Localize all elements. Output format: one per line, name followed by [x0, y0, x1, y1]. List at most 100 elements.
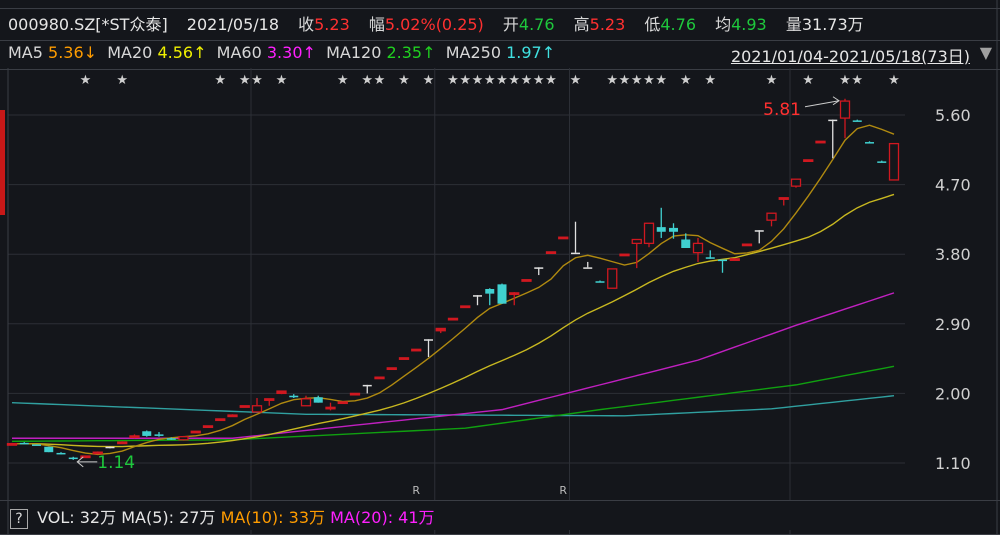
star-marker: ★	[839, 73, 851, 88]
candle-body	[534, 267, 544, 269]
star-marker: ★	[888, 73, 900, 88]
candle-body	[374, 376, 385, 380]
candle-body	[497, 284, 507, 304]
candle-body	[619, 253, 630, 257]
candle-body	[888, 142, 900, 181]
low-price-label: 1.14	[97, 453, 135, 473]
candle-body	[485, 288, 495, 294]
candle-up	[545, 251, 557, 255]
candle-body	[447, 317, 459, 321]
candle-down	[19, 442, 29, 445]
candle-down	[865, 141, 874, 144]
star-marker: ★	[508, 73, 520, 88]
candle-up	[374, 376, 385, 380]
candle-down	[718, 259, 727, 273]
candle-body	[718, 259, 727, 262]
vol-ma5: MA(5): 27万	[121, 508, 216, 527]
candle-down	[877, 160, 887, 163]
candle-up	[190, 430, 201, 434]
candle-up	[460, 305, 471, 309]
candle-up	[300, 395, 312, 407]
candle-body	[865, 142, 874, 144]
candle-body	[766, 212, 777, 221]
price-tick-label: 2.90	[935, 315, 971, 334]
high-marker-arrowhead	[832, 96, 840, 106]
star-marker: ★	[802, 73, 814, 88]
star-marker: ★	[496, 73, 508, 88]
candle-body	[154, 434, 164, 436]
candle-down	[497, 283, 507, 304]
candle-body	[325, 406, 336, 410]
candle-body	[411, 348, 422, 352]
candle-up	[619, 253, 630, 257]
price-tick-label: 3.80	[935, 245, 971, 264]
star-marker: ★	[239, 73, 251, 88]
candle-body	[251, 405, 263, 413]
candle-body	[44, 446, 54, 453]
candle-down	[56, 452, 66, 455]
candle-doji	[754, 230, 764, 244]
candle-body	[460, 305, 471, 309]
candle-up	[803, 159, 814, 163]
star-marker: ★	[606, 73, 618, 88]
candle-up	[643, 222, 655, 248]
candle-body	[6, 443, 18, 446]
candle-body	[803, 159, 814, 163]
candle-doji	[362, 384, 372, 394]
candle-body	[509, 292, 520, 296]
candlestick-chart[interactable]: 5.604.703.802.902.001.10★ ★ ★ ★ ★ ★ ★ ★ ★ ★ ★ ★ ★ ★ ★ ★…	[0, 0, 1000, 535]
candle-body	[313, 397, 323, 403]
price-tick-label: 4.70	[935, 176, 971, 195]
candle-doji	[583, 261, 593, 269]
candle-body	[692, 242, 704, 254]
candle-up	[264, 398, 275, 406]
candle-body	[705, 257, 715, 259]
candle-body	[631, 238, 642, 245]
candle-up	[607, 268, 618, 289]
candle-body	[362, 384, 372, 387]
star-marker: ★	[851, 73, 863, 88]
candle-up	[398, 357, 410, 360]
candle-body	[129, 435, 140, 439]
ma120-line	[11, 365, 895, 443]
candle-body	[276, 390, 287, 395]
candle-body	[215, 418, 226, 422]
star-marker: ★	[80, 73, 92, 88]
candle-body	[68, 457, 78, 460]
candle-body	[300, 398, 312, 407]
star-marker: ★	[533, 73, 545, 88]
candle-up	[558, 236, 569, 240]
candle-up	[337, 401, 348, 405]
candle-doji	[105, 446, 115, 449]
candle-body	[669, 227, 678, 232]
candle-up	[741, 243, 753, 247]
candle-up	[325, 402, 336, 411]
candle-up	[349, 392, 361, 396]
candle-up	[790, 178, 802, 188]
candle-body	[839, 100, 851, 119]
candle-body	[545, 251, 557, 255]
candle-body	[852, 120, 862, 122]
ma60-line	[12, 292, 895, 439]
star-marker: ★	[631, 73, 643, 88]
star-marker: ★	[276, 73, 288, 88]
candle-down	[289, 394, 299, 399]
candle-body	[424, 339, 433, 341]
star-marker: ★	[704, 73, 716, 88]
candle-body	[337, 401, 348, 405]
candle-body	[19, 442, 29, 445]
star-marker: ★	[447, 73, 459, 88]
star-marker: ★	[545, 73, 557, 88]
price-tick-label: 5.60	[935, 106, 971, 125]
candle-body	[239, 405, 250, 408]
candle-body	[190, 430, 201, 434]
candle-up	[215, 418, 226, 422]
candle-body	[571, 252, 580, 255]
star-marker: ★	[423, 73, 435, 88]
star-marker: ★	[361, 73, 373, 88]
candle-down	[852, 119, 862, 122]
ma5-line	[12, 124, 895, 456]
star-marker: ★	[643, 73, 655, 88]
help-button[interactable]: ?	[10, 509, 28, 529]
candle-body	[435, 327, 446, 332]
